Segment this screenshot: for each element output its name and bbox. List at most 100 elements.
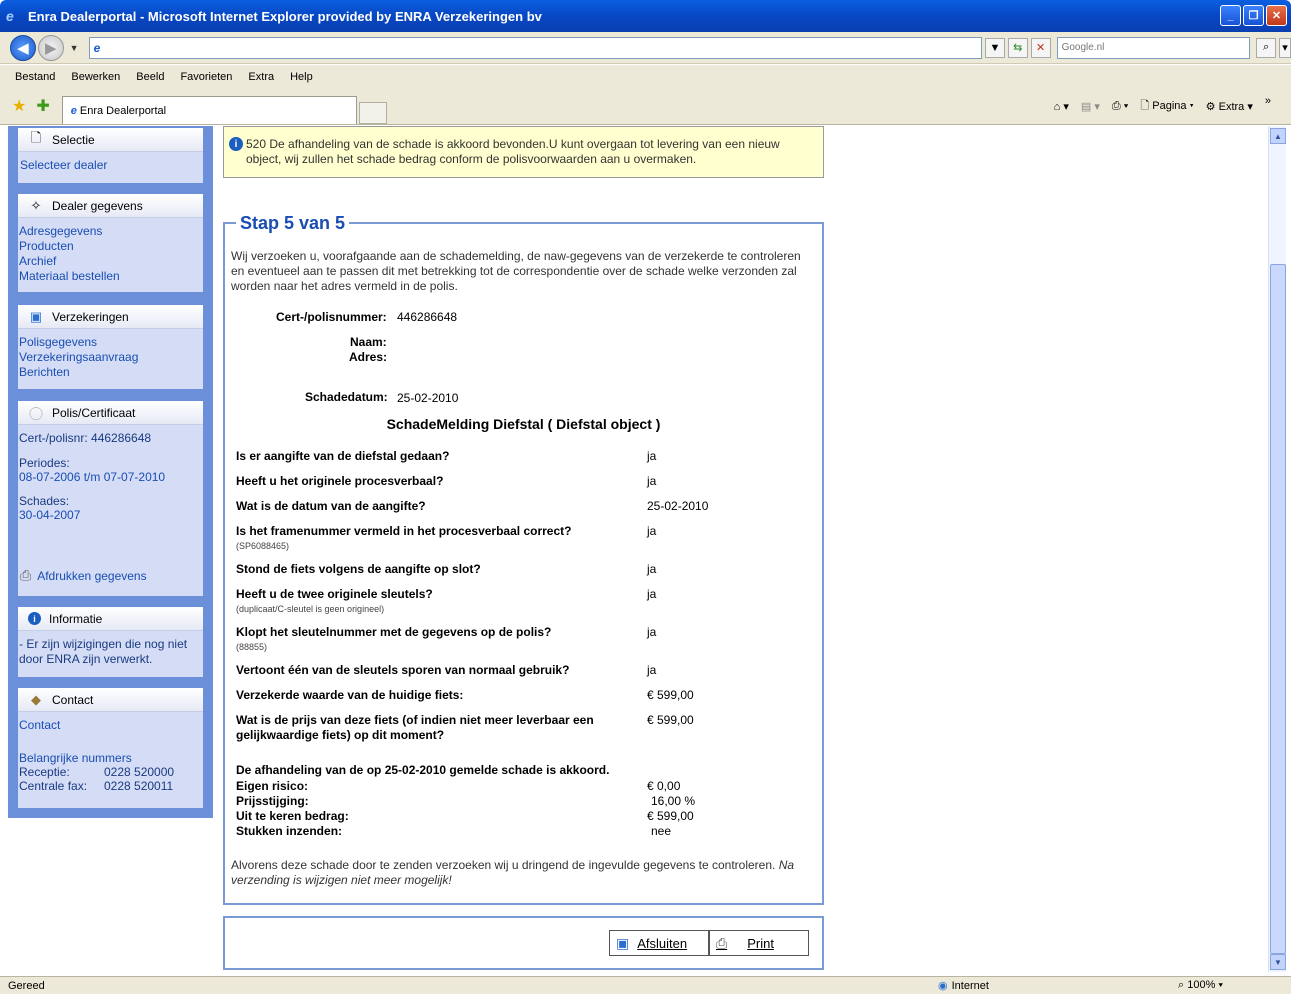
scroll-thumb[interactable]	[1270, 264, 1286, 954]
adresgegevens-link[interactable]: Adresgegevens	[19, 224, 203, 239]
print-icon[interactable]: ⎙ ▾	[1112, 100, 1128, 113]
contact-panel: ◆ Contact Contact Belangrijke nummers Rec…	[18, 688, 203, 808]
vertical-scrollbar[interactable]: ▲ ▼	[1268, 126, 1286, 972]
summary-values: € 0,00 16,00 % € 599,00 nee	[647, 779, 695, 839]
receptie-row: Receptie: 0228 520000	[19, 765, 175, 779]
forward-button[interactable]: ▶	[37, 34, 64, 61]
menu-beeld[interactable]: Beeld	[136, 71, 164, 83]
answer-value: ja	[647, 562, 657, 576]
maximize-button[interactable]: ❐	[1243, 5, 1264, 26]
contact-header: ◆ Contact	[18, 688, 203, 712]
menu-favorieten[interactable]: Favorieten	[180, 71, 232, 83]
feeds-icon[interactable]: ▤ ▾	[1081, 100, 1100, 113]
home-icon[interactable]: ⌂ ▾	[1054, 100, 1069, 113]
archief-link[interactable]: Archief	[19, 254, 203, 269]
status-bar: Gereed ◉ Internet ⌕ 100% ▾	[0, 976, 1291, 994]
extra-menu[interactable]: ⚙ Extra ▾	[1206, 100, 1253, 113]
close-window-button[interactable]: ✕	[1266, 5, 1287, 26]
chevron-more-icon[interactable]: »	[1265, 95, 1271, 107]
handshake-icon: ✧	[30, 197, 42, 213]
menu-help[interactable]: Help	[290, 71, 313, 83]
ie-page-icon: e	[70, 104, 77, 117]
printer-icon: ⎙	[716, 934, 728, 951]
question-text: Vertoont één van de sleutels sporen van …	[236, 663, 570, 677]
informatie-panel: i Informatie - Er zijn wijzigingen die no…	[18, 607, 203, 677]
selecteer-dealer-link[interactable]: Selecteer dealer	[20, 158, 203, 172]
afdrukken-gegevens-link[interactable]: ⎙ Afdrukken gegevens	[20, 567, 147, 584]
search-options-button[interactable]: ▾	[1279, 37, 1291, 58]
fax-row: Centrale fax: 0228 520011	[19, 779, 174, 793]
berichten-link[interactable]: Berichten	[19, 365, 203, 380]
globe-icon: ◉	[938, 980, 948, 992]
scroll-down-button[interactable]: ▼	[1270, 954, 1286, 970]
answer-value: ja	[647, 625, 657, 639]
print-button[interactable]: ⎙ Print	[709, 930, 809, 956]
command-bar: ⌂ ▾ ▤ ▾ ⎙ ▾ 🗋 Pagina ▾ ⚙ Extra ▾ »	[1054, 95, 1271, 116]
answer-value: € 599,00	[647, 688, 694, 702]
stop-button[interactable]: ✕	[1030, 37, 1051, 58]
close-doc-icon: ▣	[616, 934, 630, 951]
periode-link[interactable]: 08-07-2006 t/m 07-07-2010	[19, 470, 203, 484]
status-text: Gereed	[8, 979, 45, 992]
belangrijke-nummers-link[interactable]: Belangrijke nummers	[19, 751, 203, 765]
info-icon: i	[28, 612, 41, 625]
address-toolbar: ◀ ▶ ▼ e ▼ ⇆ ✕ Google.nl ⌕ ▾	[0, 32, 1291, 64]
tab-enra-dealerportal[interactable]: e Enra Dealerportal	[61, 96, 357, 124]
step-title: Stap 5 van 5	[236, 213, 350, 234]
notice-text: 520 De afhandeling van de schade is akko…	[246, 137, 780, 166]
answer-value: ja	[647, 587, 657, 601]
question-text: Verzekerde waarde van de huidige fiets:	[236, 688, 464, 702]
refresh-button[interactable]: ⇆	[1007, 37, 1028, 58]
pagina-menu[interactable]: 🗋 Pagina ▾	[1140, 97, 1193, 116]
polis-panel: ◯ Polis/Certificaat Cert-/polisnr: 446286…	[18, 401, 203, 596]
schade-link[interactable]: 30-04-2007	[19, 508, 203, 522]
periodes-label: Periodes:	[19, 456, 70, 470]
security-zone: ◉ Internet	[938, 979, 989, 993]
producten-link[interactable]: Producten	[19, 239, 203, 254]
question-text: Klopt het sleutelnummer met de gegevens …	[236, 625, 616, 655]
stukken-inzenden-label: Stukken inzenden:	[236, 824, 343, 838]
cert-value: 446286648	[397, 310, 458, 324]
materiaal-bestellen-link[interactable]: Materiaal bestellen	[19, 269, 203, 284]
menu-extra[interactable]: Extra	[248, 71, 274, 83]
address-input[interactable]: e	[88, 36, 982, 59]
polisgegevens-link[interactable]: Polisgegevens	[19, 335, 203, 350]
history-dropdown-icon[interactable]: ▼	[70, 43, 79, 53]
search-input[interactable]: Google.nl	[1056, 36, 1251, 59]
schades-label: Schades:	[19, 494, 70, 508]
contact-link[interactable]: Contact	[19, 718, 203, 732]
eigen-risico-value: € 0,00	[647, 779, 681, 793]
new-tab-button[interactable]	[358, 102, 387, 124]
menu-bar: Bestand Bewerken Beeld Favorieten Extra …	[0, 65, 1291, 89]
step-intro: Wij verzoeken u, voorafgaande aan de sch…	[231, 249, 801, 293]
address-dropdown-button[interactable]: ▼	[984, 37, 1005, 58]
eigen-risico-label: Eigen risico:	[236, 779, 309, 793]
minimize-button[interactable]: _	[1220, 5, 1241, 26]
add-favorite-icon[interactable]: ✚	[36, 96, 49, 116]
selectie-panel: 🗋 Selectie Selecteer dealer	[18, 128, 203, 183]
left-navigation: 🗋 Selectie Selecteer dealer ✧ Dealer gegev…	[8, 126, 213, 818]
verzekeringsaanvraag-link[interactable]: Verzekeringsaanvraag	[19, 350, 203, 365]
tab-label: Enra Dealerportal	[79, 104, 167, 117]
certificate-icon: ◯	[28, 404, 44, 420]
back-button[interactable]: ◀	[10, 34, 36, 61]
search-button[interactable]: ⌕	[1256, 37, 1277, 58]
question-text: Stond de fiets volgens de aangifte op sl…	[236, 562, 481, 576]
cert-label: Cert-/polisnummer:	[276, 310, 387, 324]
informatie-header: i Informatie	[18, 607, 203, 631]
zoom-level[interactable]: ⌕ 100% ▾	[1178, 979, 1223, 992]
afsluiten-button[interactable]: ▣ Afsluiten	[609, 930, 709, 956]
contact-card-icon: ◆	[31, 691, 41, 707]
footer-note: Alvorens deze schade door te zenden verz…	[231, 858, 795, 887]
favorites-star-icon[interactable]: ★	[12, 96, 26, 116]
uit-te-keren-value: € 599,00	[647, 809, 694, 823]
question-text: Heeft u de twee originele sleutels? (dupl…	[236, 587, 616, 617]
question-text: Heeft u het originele procesverbaal?	[236, 474, 444, 488]
gear-icon: ⚙	[1205, 101, 1216, 113]
menu-bewerken[interactable]: Bewerken	[71, 71, 120, 83]
answer-value: ja	[647, 474, 657, 488]
prijsstijging-label: Prijsstijging:	[236, 794, 309, 808]
menu-bestand[interactable]: Bestand	[15, 71, 55, 83]
window-titlebar: e Enra Dealerportal - Microsoft Internet…	[0, 0, 1291, 32]
scroll-up-button[interactable]: ▲	[1270, 128, 1286, 144]
